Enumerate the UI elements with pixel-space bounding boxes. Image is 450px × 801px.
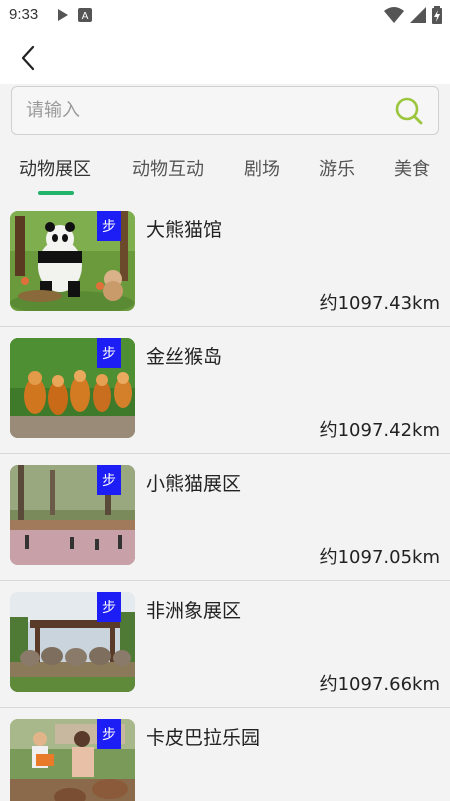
a-notification-icon: A (78, 8, 92, 22)
tab-animal-exhibits[interactable]: 动物展区 (19, 155, 91, 181)
item-distance: 约1097.66km (319, 674, 440, 695)
red-panda-area-photo: 步 (10, 465, 135, 565)
item-distance: 约1097.05km (319, 547, 440, 568)
category-tabs: 动物展区 动物互动 剧场 游乐 美食 (0, 140, 450, 200)
panda-enclosure-photo: 步 (10, 211, 135, 311)
tab-animal-interaction[interactable]: 动物互动 (132, 155, 204, 181)
walk-badge: 步 (97, 338, 121, 368)
list-item[interactable]: 步 小熊猫展区 约1097.05km (0, 454, 450, 581)
african-elephants-photo: 步 (10, 592, 135, 692)
wifi-icon (384, 7, 404, 23)
list-item[interactable]: 步 金丝猴岛 约1097.42km (0, 327, 450, 454)
header (0, 32, 450, 84)
search-box (11, 86, 439, 135)
signal-icon (410, 7, 426, 23)
tab-food[interactable]: 美食 (394, 155, 430, 181)
item-name: 非洲象展区 (146, 600, 242, 622)
search-icon[interactable] (394, 96, 424, 126)
item-distance: 约1097.43km (319, 293, 440, 314)
status-time: 9:33 (9, 6, 39, 23)
svg-text:A: A (82, 11, 89, 22)
back-button[interactable] (12, 42, 44, 74)
item-name: 大熊猫馆 (146, 219, 223, 241)
play-icon (58, 9, 68, 21)
list-item[interactable]: 步 非洲象展区 约1097.66km (0, 581, 450, 708)
golden-monkeys-photo: 步 (10, 338, 135, 438)
list-item[interactable]: 步 卡皮巴拉乐园 (0, 708, 450, 801)
item-distance: 约1097.42km (319, 420, 440, 441)
walk-badge: 步 (97, 592, 121, 622)
search-bar (0, 84, 450, 140)
list-item[interactable]: 步 大熊猫馆 约1097.43km (0, 200, 450, 327)
walk-badge: 步 (97, 719, 121, 749)
item-name: 卡皮巴拉乐园 (146, 727, 261, 749)
search-input[interactable] (26, 87, 386, 134)
chevron-left-icon (21, 45, 35, 71)
item-name: 金丝猴岛 (146, 346, 223, 368)
tab-rides[interactable]: 游乐 (319, 155, 355, 181)
battery-charging-icon (432, 6, 442, 24)
walk-badge: 步 (97, 211, 121, 241)
walk-badge: 步 (97, 465, 121, 495)
tab-theater[interactable]: 剧场 (244, 155, 280, 181)
active-tab-indicator (38, 191, 74, 195)
capybara-park-photo: 步 (10, 719, 135, 801)
status-bar: 9:33 A (0, 0, 450, 32)
item-name: 小熊猫展区 (146, 473, 242, 495)
